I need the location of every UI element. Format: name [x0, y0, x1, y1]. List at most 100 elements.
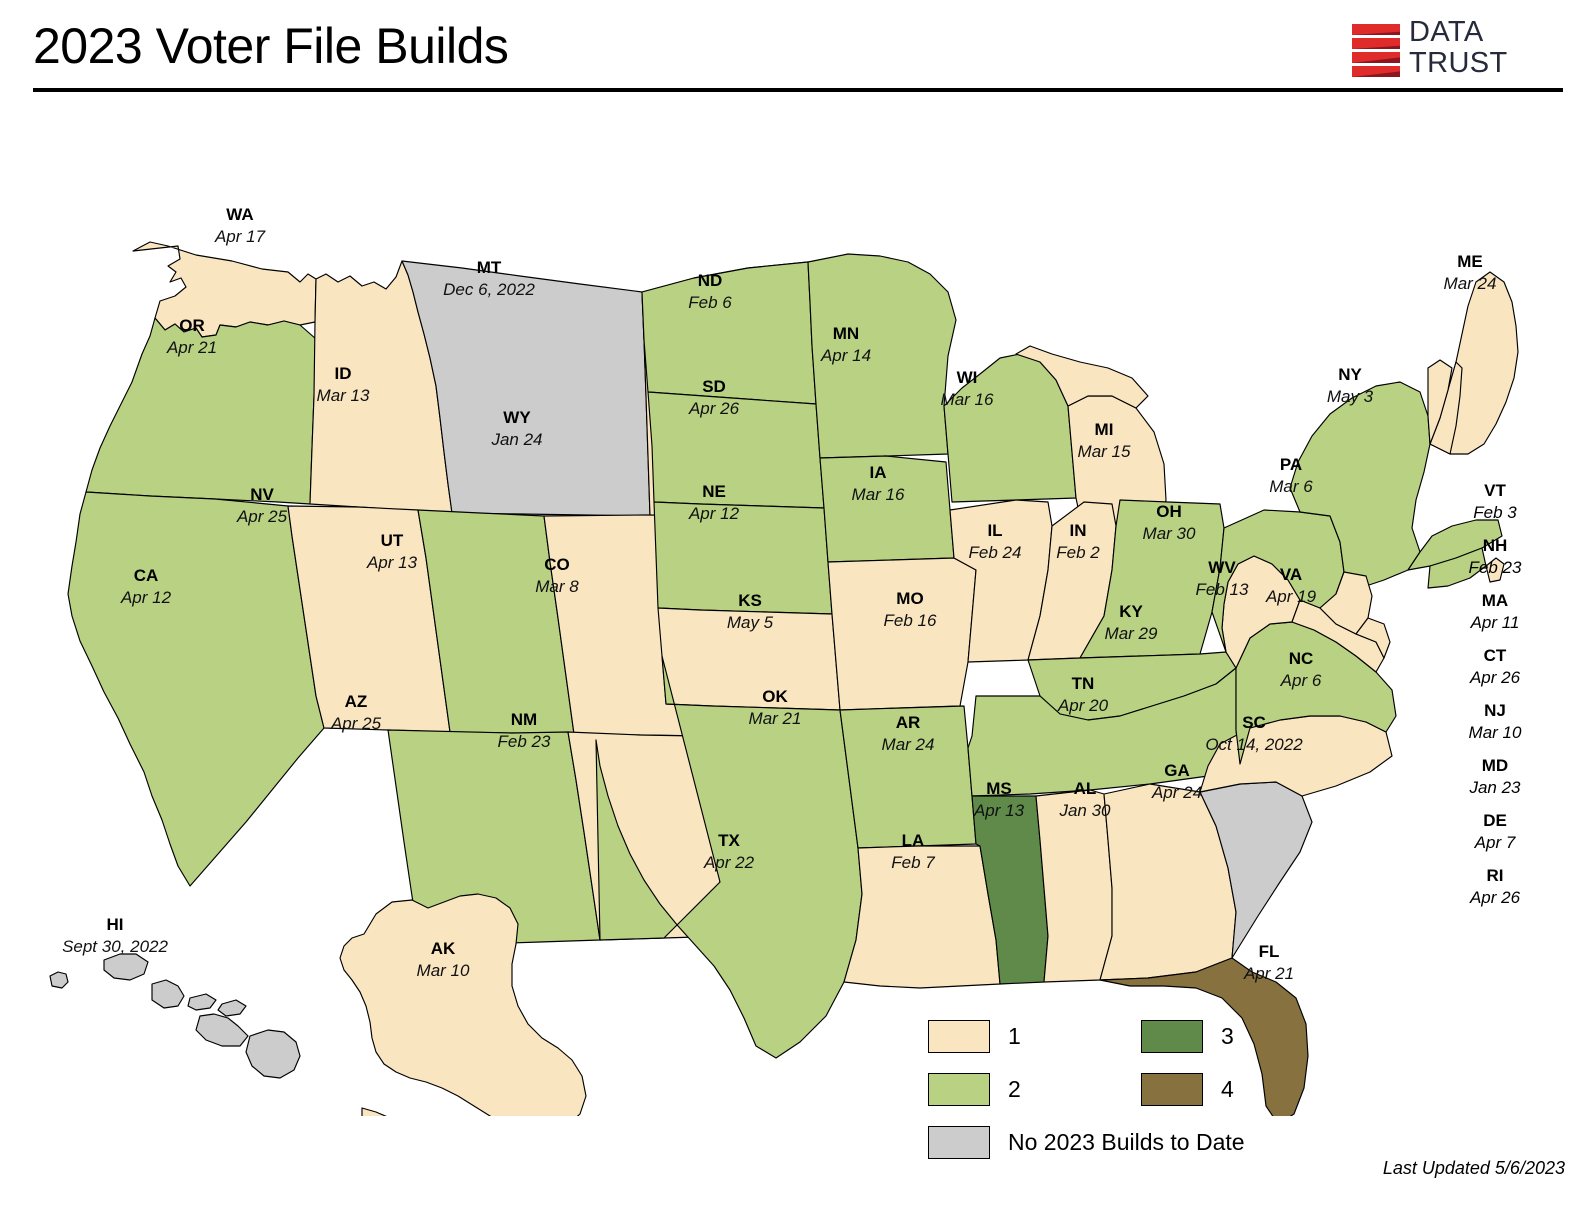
state-abbr: VA [1280, 565, 1302, 584]
state-build-date: Mar 6 [1269, 477, 1313, 496]
side-state-abbr: NH [1482, 536, 1508, 555]
state-build-date: Feb 2 [1056, 543, 1100, 562]
side-state-abbr: MA [1481, 591, 1509, 610]
state-sd[interactable] [641, 261, 817, 405]
last-updated-note: Last Updated 5/6/2023 [1382, 1158, 1565, 1178]
legend-item-no-2023-builds-to-date[interactable]: No 2023 Builds to Date [928, 1126, 1245, 1159]
side-state-ri[interactable]: RI Apr 26 [1400, 865, 1590, 920]
state-abbr: LA [902, 831, 925, 850]
state-build-date: Apr 21 [1243, 964, 1294, 983]
state-build-date: Mar 24 [882, 735, 935, 754]
state-abbr: NE [702, 482, 726, 501]
state-mo[interactable] [827, 557, 977, 711]
side-state-abbr: RI [1486, 866, 1504, 885]
side-state-de[interactable]: DE Apr 7 [1400, 810, 1590, 865]
side-state-build-date: Apr 7 [1474, 833, 1516, 852]
side-state-ct[interactable]: CT Apr 26 [1400, 645, 1590, 700]
logo-bars-icon [1352, 24, 1400, 77]
state-abbr: TN [1072, 674, 1095, 693]
side-state-md[interactable]: MD Jan 23 [1400, 755, 1590, 810]
side-state-ma[interactable]: MA Apr 11 [1400, 590, 1590, 645]
us-choropleth-map: WA Apr 17 OR Apr 21 ID Mar 13 MT Dec 6, 2022 ND F… [49, 205, 1519, 1116]
state-abbr: CO [544, 555, 570, 574]
side-state-abbr: VT [1484, 481, 1506, 500]
state-hi[interactable] [195, 1013, 249, 1047]
state-hi[interactable] [217, 999, 247, 1017]
state-build-date: Feb 13 [1196, 580, 1249, 599]
state-build-date: Mar 10 [417, 961, 470, 980]
state-build-date: Mar 15 [1078, 442, 1131, 461]
state-build-date: Feb 6 [688, 293, 732, 312]
state-abbr: UT [381, 531, 404, 550]
state-build-date: Apr 6 [1280, 671, 1322, 690]
side-state-nh[interactable]: NH Feb 23 [1400, 535, 1590, 590]
state-hi[interactable] [151, 979, 185, 1009]
state-label-ny: NY May 3 [1327, 365, 1374, 406]
state-abbr: WA [226, 205, 253, 224]
state-abbr: WV [1208, 558, 1236, 577]
state-abbr: GA [1164, 761, 1190, 780]
legend-label: No 2023 Builds to Date [1008, 1129, 1245, 1155]
page-title: 2023 Voter File Builds [33, 18, 509, 74]
small-states-list: VT Feb 3 NH Feb 23 MA Apr 11 CT Apr 26 NJ Mar 10 M… [1400, 480, 1590, 920]
state-hi[interactable] [103, 953, 149, 981]
state-hi[interactable] [187, 993, 217, 1011]
state-abbr: AR [896, 713, 921, 732]
legend-item-2[interactable]: 2 [928, 1073, 1021, 1106]
map-container: WA Apr 17 OR Apr 21 ID Mar 13 MT Dec 6, 2022 ND F… [0, 96, 1595, 1116]
side-state-build-date: Feb 3 [1473, 503, 1517, 522]
legend-label: 2 [1008, 1076, 1021, 1102]
state-abbr: KS [738, 591, 762, 610]
legend-swatch [928, 1020, 990, 1053]
state-hi[interactable] [245, 1029, 301, 1079]
state-build-date: Apr 14 [820, 346, 871, 365]
state-build-date: Apr 20 [1057, 696, 1109, 715]
state-build-date: Jan 30 [1058, 801, 1111, 820]
state-abbr: MI [1095, 420, 1114, 439]
state-abbr: MS [986, 779, 1012, 798]
logo-wordmark: DATA TRUST [1409, 17, 1508, 79]
state-build-date: Mar 29 [1105, 624, 1158, 643]
legend-item-3[interactable]: 3 [1141, 1020, 1234, 1053]
state-abbr: CA [134, 566, 159, 585]
legend-label: 1 [1008, 1023, 1021, 1049]
logo-line-1: DATA [1409, 16, 1484, 48]
state-abbr: HI [107, 915, 124, 934]
side-state-vt[interactable]: VT Feb 3 [1400, 480, 1590, 535]
side-state-build-date: Jan 23 [1469, 778, 1521, 797]
state-label-wa: WA Apr 17 [214, 205, 266, 246]
state-build-date: May 5 [727, 613, 774, 632]
state-abbr: TX [718, 831, 740, 850]
side-state-abbr: NJ [1484, 701, 1506, 720]
side-state-abbr: DE [1483, 811, 1507, 830]
state-build-date: Jan 24 [490, 430, 542, 449]
state-build-date: Mar 13 [317, 386, 370, 405]
state-build-date: Apr 25 [330, 714, 382, 733]
state-abbr: NM [511, 710, 537, 729]
state-build-date: Feb 24 [969, 543, 1022, 562]
side-state-abbr: MD [1481, 756, 1509, 775]
state-ca[interactable] [67, 491, 325, 887]
state-build-date: Apr 12 [120, 588, 172, 607]
state-ak[interactable] [361, 1107, 402, 1116]
state-abbr: AZ [345, 692, 368, 711]
legend-swatch [928, 1126, 990, 1159]
legend-swatch [1141, 1073, 1203, 1106]
state-ia[interactable] [819, 455, 955, 563]
state-abbr: IA [870, 463, 887, 482]
state-build-date: Mar 30 [1143, 524, 1196, 543]
state-hi[interactable] [49, 971, 69, 989]
side-state-build-date: Mar 10 [1468, 723, 1522, 742]
state-abbr: ID [335, 364, 352, 383]
legend-item-1[interactable]: 1 [928, 1020, 1021, 1053]
state-build-date: Apr 21 [166, 338, 217, 357]
state-build-date: Apr 12 [688, 504, 740, 523]
side-state-nj[interactable]: NJ Mar 10 [1400, 700, 1590, 755]
state-abbr: ME [1457, 252, 1483, 271]
state-build-date: Apr 25 [236, 507, 288, 526]
legend-label: 4 [1221, 1076, 1234, 1102]
legend-label: 3 [1221, 1023, 1234, 1049]
legend-item-4[interactable]: 4 [1141, 1073, 1234, 1106]
state-build-date: Feb 16 [884, 611, 937, 630]
state-abbr: IN [1070, 521, 1087, 540]
